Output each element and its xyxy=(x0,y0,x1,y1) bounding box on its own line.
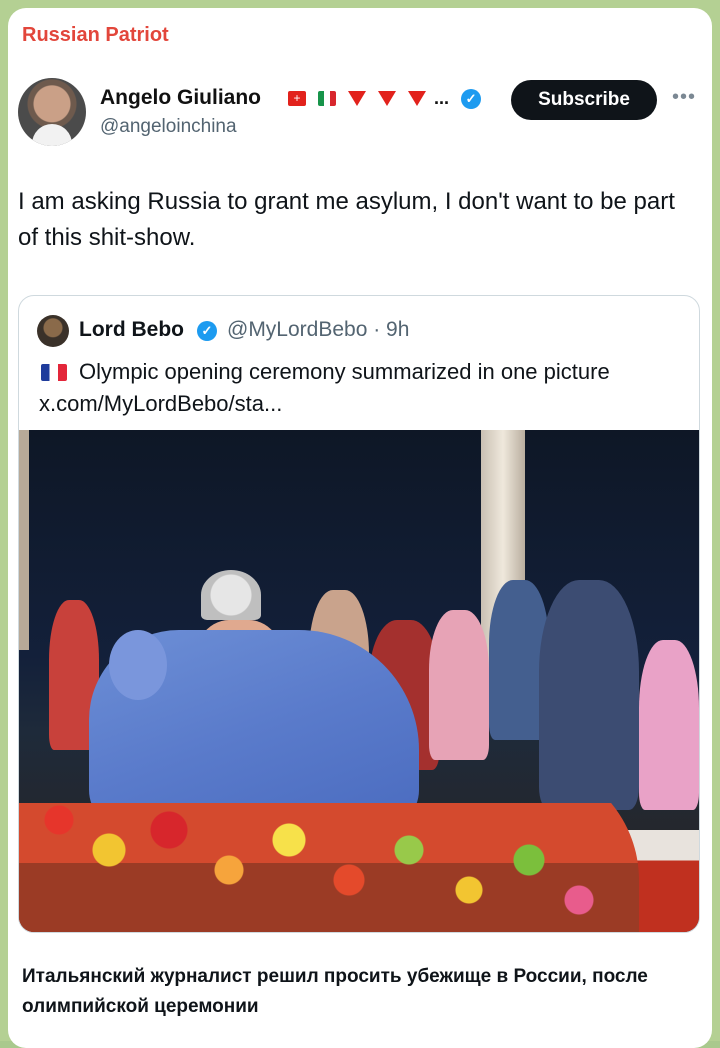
author-handle[interactable]: @angeloinchina xyxy=(100,116,237,138)
italian-flag-icon xyxy=(318,91,336,106)
channel-name[interactable]: Russian Patriot xyxy=(22,24,169,47)
french-flag-icon xyxy=(41,364,67,381)
author-avatar[interactable] xyxy=(18,78,86,146)
verified-badge-icon: ✓ xyxy=(197,321,217,341)
message-caption: Итальянский журналист решил просить убеж… xyxy=(22,966,648,1017)
post-text: I am asking Russia to grant me asylum, I… xyxy=(18,188,675,251)
author-name[interactable]: Angelo Giuliano xyxy=(100,86,261,110)
name-emoji-row: + ... ✓ xyxy=(288,88,482,109)
quoted-link[interactable]: x.com/MyLordBebo/sta... xyxy=(39,388,282,420)
verified-badge-icon: ✓ xyxy=(461,88,482,109)
quoted-author-handle-time: @MyLordBebo · 9h xyxy=(227,318,410,341)
photo-headdress xyxy=(201,570,261,620)
more-options-icon[interactable]: ••• xyxy=(672,86,696,109)
photo-flowers xyxy=(19,760,639,932)
red-triangle-icon xyxy=(408,91,426,106)
quoted-author-avatar[interactable] xyxy=(37,315,69,347)
photo-blue-performer-head xyxy=(109,630,167,700)
post-header: Angelo Giuliano + ... ✓ @angeloinchina S… xyxy=(18,78,708,150)
swiss-flag-icon: + xyxy=(288,91,306,106)
quoted-text: Olympic opening ceremony summarized in o… xyxy=(79,359,610,384)
red-triangle-icon xyxy=(348,91,366,106)
red-triangle-icon xyxy=(378,91,396,106)
subscribe-button[interactable]: Subscribe xyxy=(511,80,657,120)
name-ellipsis: ... xyxy=(434,88,450,108)
quoted-post[interactable]: Lord Bebo ✓ @MyLordBebo · 9h Olympic ope… xyxy=(18,295,700,933)
ceremony-photo[interactable] xyxy=(19,430,699,932)
quoted-author-name[interactable]: Lord Bebo xyxy=(79,318,184,342)
